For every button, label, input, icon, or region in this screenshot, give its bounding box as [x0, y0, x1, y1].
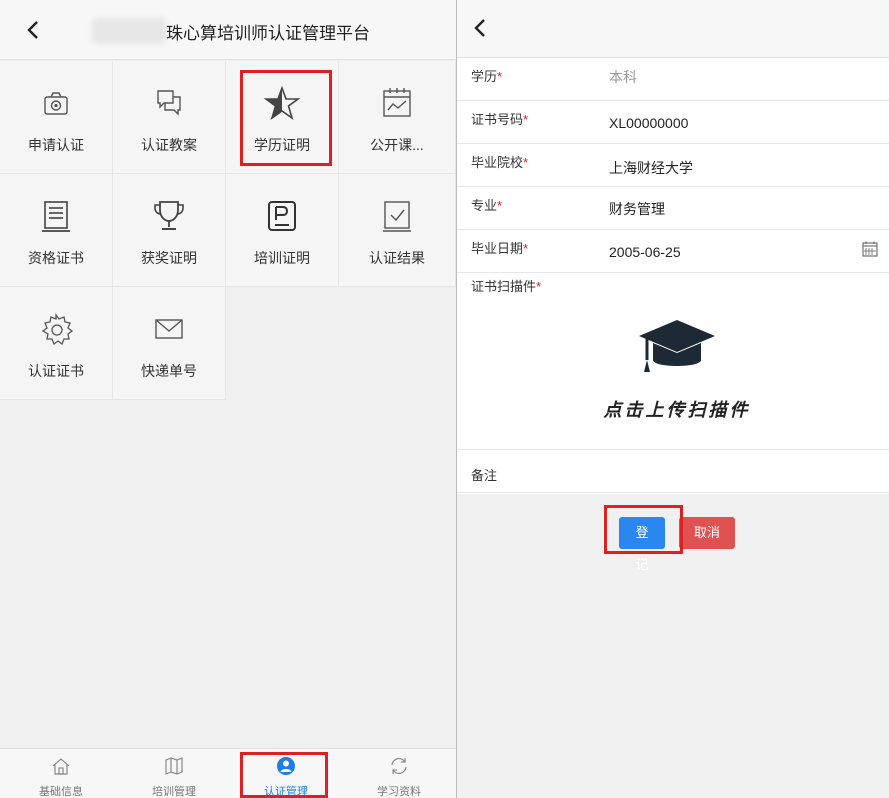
tab-label: 基础信息	[39, 786, 83, 798]
form-row-school: 毕业院校* 上海财经大学	[457, 144, 889, 187]
grid-item-label: 申请认证	[28, 137, 84, 153]
grid-item-certificate[interactable]: 认证证书	[0, 287, 113, 400]
form-footer: 登记 取消	[457, 494, 889, 798]
checkbox-icon	[383, 201, 411, 232]
grid-item-express[interactable]: 快递单号	[113, 287, 226, 400]
redacted-logo	[96, 22, 162, 40]
back-button[interactable]	[467, 14, 495, 42]
grid-item-award[interactable]: 获奖证明	[113, 174, 226, 287]
grid-item-label: 认证证书	[28, 363, 84, 379]
grid-item-label: 认证教案	[141, 137, 197, 153]
star-icon	[263, 85, 301, 120]
grid-item-label: 学历证明	[254, 137, 310, 153]
grid-item-label: 公开课...	[370, 137, 424, 153]
left-header: 珠心算培训师认证管理平台	[0, 0, 456, 60]
right-panel: 学历* 本科 证书号码* XL00000000 毕业院校* 上海财经大学 专业*…	[457, 0, 889, 798]
tab-label: 培训管理	[152, 786, 196, 798]
field-label: 毕业日期*	[471, 241, 529, 256]
grid-item-label: 快递单号	[141, 363, 197, 379]
cancel-button[interactable]: 取消	[679, 517, 735, 549]
field-label: 证书扫描件*	[471, 279, 542, 294]
envelope-icon	[155, 319, 183, 339]
form-row-scan: 证书扫描件* 点击上传扫描件	[457, 276, 889, 450]
right-header	[457, 0, 889, 58]
grid-item-result[interactable]: 认证结果	[339, 174, 456, 287]
education-select[interactable]: 本科	[609, 67, 637, 87]
field-label: 证书号码*	[471, 112, 529, 127]
field-label: 专业*	[471, 198, 503, 213]
p-badge-icon	[268, 201, 296, 231]
calendar-chart-icon	[383, 88, 411, 117]
tab-training[interactable]: 培训管理	[117, 749, 231, 798]
camera-icon	[44, 92, 68, 115]
cert-no-input[interactable]: XL00000000	[609, 115, 688, 131]
grid-item-training[interactable]: 培训证明	[226, 174, 339, 287]
major-input[interactable]: 财务管理	[609, 199, 665, 219]
form-row-remark: 备注	[457, 451, 889, 493]
form-row-grad-date: 毕业日期* 2005-06-25	[457, 230, 889, 273]
form-row-cert-no: 证书号码* XL00000000	[457, 101, 889, 144]
upload-scan-button[interactable]: 点击上传扫描件	[577, 316, 777, 426]
grid-item-label: 认证结果	[369, 250, 425, 266]
document-list-icon	[42, 201, 70, 232]
tab-label: 学习资料	[377, 786, 421, 798]
field-label: 毕业院校*	[471, 155, 529, 170]
field-label: 学历*	[471, 69, 503, 84]
grid-item-open-class[interactable]: 公开课...	[339, 61, 456, 174]
refresh-icon	[391, 757, 407, 775]
grid-item-apply[interactable]: 申请认证	[0, 61, 113, 174]
graduation-cap-icon	[639, 320, 715, 372]
upload-hint: 点击上传扫描件	[603, 400, 751, 421]
grid-item-label: 资格证书	[28, 250, 84, 266]
grid-item-lesson-plan[interactable]: 认证教案	[113, 61, 226, 174]
tab-label: 认证管理	[264, 786, 308, 798]
home-icon	[52, 758, 70, 775]
left-panel: 珠心算培训师认证管理平台 申请认证 认证教案 学历证明 公开课... 资格证书 …	[0, 0, 456, 798]
school-input[interactable]: 上海财经大学	[609, 158, 693, 178]
grid-item-education[interactable]: 学历证明	[226, 61, 339, 174]
trophy-icon	[154, 201, 184, 230]
grid-item-label: 培训证明	[254, 250, 310, 266]
calendar-icon[interactable]	[861, 240, 879, 258]
gear-icon	[41, 313, 74, 346]
grid-item-qualification[interactable]: 资格证书	[0, 174, 113, 287]
chat-bubbles-icon	[157, 90, 181, 116]
grid-item-label: 获奖证明	[141, 250, 197, 266]
page-title: 珠心算培训师认证管理平台	[166, 24, 370, 43]
tab-basic-info[interactable]: 基础信息	[4, 749, 118, 798]
tab-materials[interactable]: 学习资料	[342, 749, 456, 798]
tab-certification[interactable]: 认证管理	[229, 749, 343, 798]
bottom-tab-bar: 基础信息 培训管理 认证管理 学习资料	[0, 748, 456, 798]
field-label: 备注	[471, 468, 498, 483]
grad-date-input[interactable]: 2005-06-25	[609, 244, 681, 260]
chevron-left-icon	[27, 21, 38, 39]
map-icon	[165, 757, 183, 775]
submit-button[interactable]: 登记	[619, 517, 665, 572]
remark-input[interactable]	[537, 459, 867, 485]
back-button[interactable]	[20, 16, 48, 44]
chevron-left-icon	[474, 19, 485, 37]
form-row-education: 学历* 本科	[457, 58, 889, 101]
user-circle-icon	[277, 757, 295, 775]
form-row-major: 专业* 财务管理	[457, 187, 889, 230]
